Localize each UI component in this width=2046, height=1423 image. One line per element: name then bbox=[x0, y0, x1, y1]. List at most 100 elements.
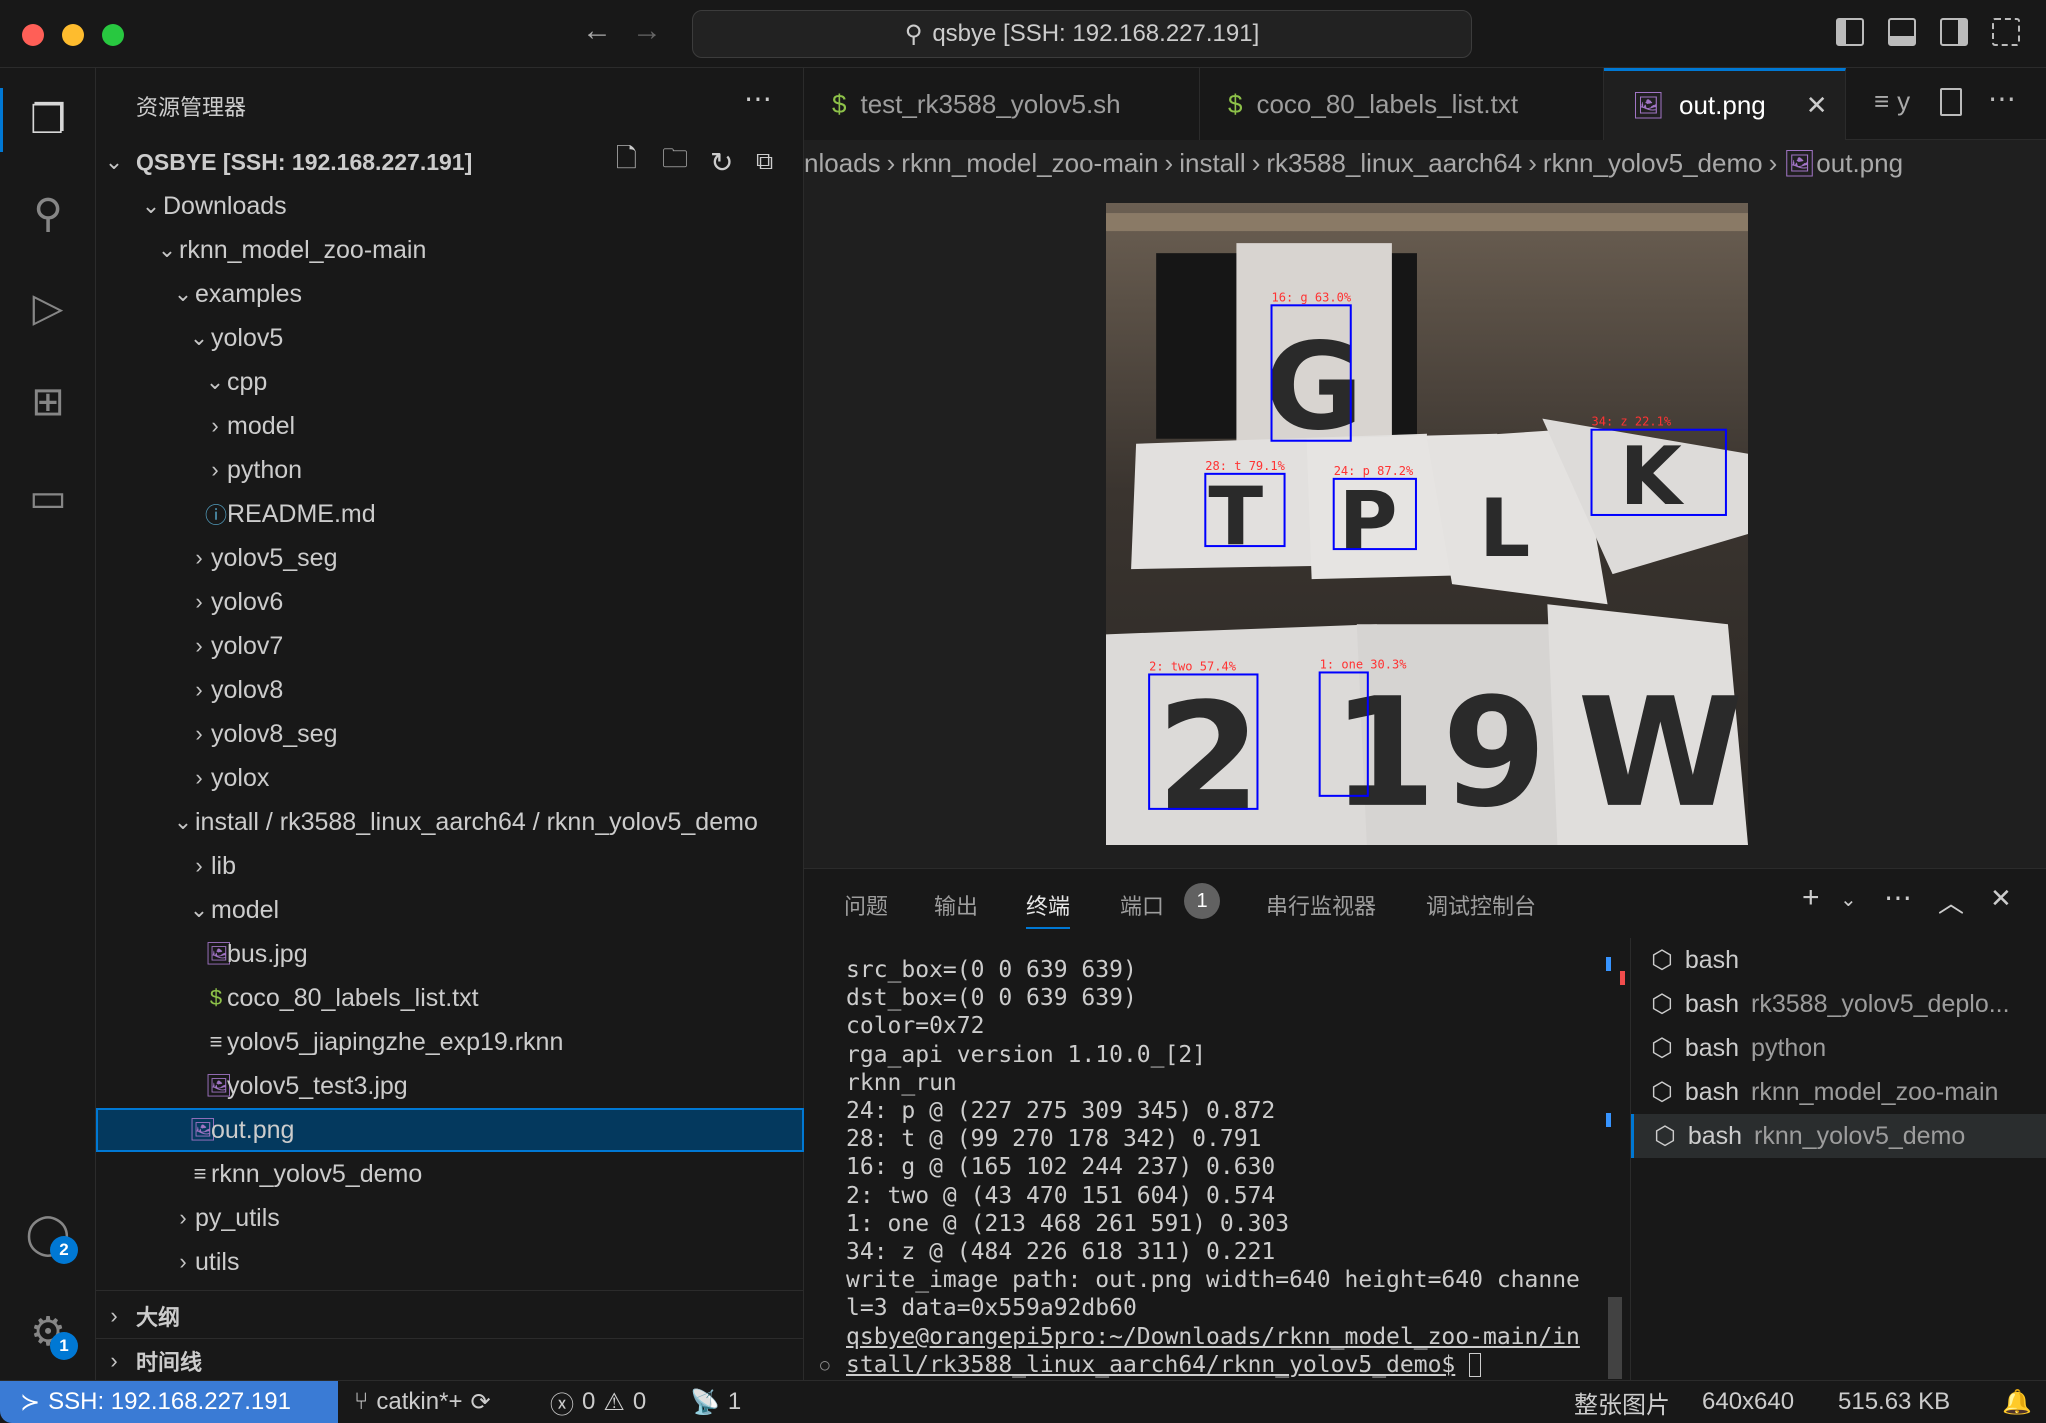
close-window-button[interactable] bbox=[22, 24, 44, 46]
info-icon: ⓘ bbox=[205, 503, 228, 528]
breadcrumb-item[interactable]: rk3588_linux_aarch64 bbox=[1266, 148, 1522, 179]
remote-indicator[interactable]: ≻ SSH: 192.168.227.191 bbox=[0, 1381, 338, 1423]
toggle-panel-icon[interactable] bbox=[1888, 18, 1916, 46]
tree-item[interactable]: ⌄ model bbox=[96, 888, 804, 932]
terminal-line: write_image path: out.png width=640 heig… bbox=[846, 1267, 1580, 1294]
timeline-section[interactable]: › 时间线 bbox=[96, 1338, 804, 1382]
toggle-secondary-sidebar-icon[interactable] bbox=[1940, 18, 1968, 46]
minimize-window-button[interactable] bbox=[62, 24, 84, 46]
more-actions-icon[interactable]: ⋯ bbox=[1988, 82, 2016, 115]
tree-item[interactable]: 🖼 bus.jpg bbox=[96, 932, 804, 976]
tree-item[interactable]: › yolov8_seg bbox=[96, 712, 804, 756]
tree-item[interactable]: ⌄ Downloads bbox=[96, 184, 804, 228]
new-file-icon[interactable]: 🗋 bbox=[616, 140, 637, 184]
notifications-bell-icon[interactable]: 🔔 bbox=[2002, 1381, 2032, 1423]
tree-item[interactable]: › python bbox=[96, 448, 804, 492]
tree-item[interactable]: $ coco_80_labels_list.txt bbox=[96, 976, 804, 1020]
tree-item-label: yolov8_seg bbox=[211, 719, 338, 748]
extensions-icon[interactable]: ⊞ bbox=[22, 376, 74, 428]
tree-item[interactable]: › utils bbox=[96, 1240, 804, 1284]
accounts-badge: 2 bbox=[50, 1236, 78, 1264]
customize-layout-icon[interactable] bbox=[1992, 18, 2020, 46]
image-file-icon: 🖼 bbox=[205, 941, 233, 966]
forward-arrow-icon[interactable]: → bbox=[632, 14, 662, 48]
tree-item[interactable]: ≡ yolov5_jiapingzhe_exp19.rknn bbox=[96, 1020, 804, 1064]
close-tab-icon[interactable]: ✕ bbox=[1806, 90, 1828, 121]
back-arrow-icon[interactable]: ← bbox=[582, 14, 612, 48]
terminal-output[interactable]: src_box=(0 0 639 639) dst_box=(0 0 639 63… bbox=[820, 956, 1591, 1379]
branch-indicator[interactable]: ⑂ catkin*+ ⟳ bbox=[354, 1381, 491, 1423]
tree-item[interactable]: ⌄ yolov5 bbox=[96, 316, 804, 360]
new-terminal-icon[interactable]: + bbox=[1802, 881, 1820, 915]
panel-tab[interactable]: 串行监视器 bbox=[1266, 889, 1376, 929]
panel-tab[interactable]: 调试控制台 bbox=[1426, 889, 1536, 929]
breadcrumb-item[interactable]: rknn_model_zoo-main bbox=[901, 148, 1158, 179]
terminal-list-item[interactable]: ⬡ bash rknn_model_zoo-main bbox=[1631, 1070, 2046, 1114]
panel-tab[interactable]: 问题 bbox=[844, 889, 888, 929]
maximize-window-button[interactable] bbox=[102, 24, 124, 46]
problems-indicator[interactable]: ⓧ 0 ⚠ 0 bbox=[550, 1381, 646, 1423]
terminal-list-item[interactable]: ⬡ bash rk3588_yolov5_deplo... bbox=[1631, 982, 2046, 1026]
chevron-down-icon[interactable]: ⌄ bbox=[1840, 887, 1857, 912]
tree-item[interactable]: › model bbox=[96, 404, 804, 448]
search-icon[interactable]: ⚲ bbox=[22, 188, 74, 240]
command-decoration-icon[interactable]: ○ bbox=[820, 1351, 830, 1379]
split-editor-icon[interactable] bbox=[1940, 88, 1962, 116]
tree-item[interactable]: › lib bbox=[96, 844, 804, 888]
tree-item[interactable]: ⌄ cpp bbox=[96, 360, 804, 404]
chevron-right-icon: › bbox=[110, 1347, 118, 1373]
remote-explorer-icon[interactable]: ▭ bbox=[22, 472, 74, 524]
ports-indicator[interactable]: 📡 1 bbox=[690, 1381, 741, 1423]
terminal-name: bash bbox=[1684, 945, 1740, 974]
terminal-line: l=3 data=0x559a92db60 bbox=[846, 1295, 1137, 1322]
new-folder-icon[interactable]: 🗀 bbox=[662, 140, 688, 184]
collapse-all-icon[interactable]: ⧉ bbox=[756, 148, 773, 176]
terminal-list-item[interactable]: ⬡ bash rknn_yolov5_demo bbox=[1631, 1114, 2046, 1158]
tree-item[interactable]: › yolov7 bbox=[96, 624, 804, 668]
tree-item-label: lib bbox=[211, 851, 237, 880]
breadcrumb-item[interactable]: install bbox=[1179, 148, 1245, 179]
tree-item[interactable]: › yolov5_seg bbox=[96, 536, 804, 580]
tab-test-rk3588-yolov5-sh[interactable]: $ test_rk3588_yolov5.sh bbox=[804, 68, 1200, 140]
tree-item[interactable]: 🖼 yolov5_test3.jpg bbox=[96, 1064, 804, 1108]
chevron-right-icon: › bbox=[110, 1303, 118, 1328]
tree-item[interactable]: ⌄ install / rk3588_linux_aarch64 / rknn_y… bbox=[96, 800, 804, 844]
terminal-list-item[interactable]: ⬡ bash python bbox=[1631, 1026, 2046, 1070]
command-center[interactable]: ⚲ qsbye [SSH: 192.168.227.191] bbox=[692, 10, 1472, 58]
panel-tab[interactable]: 输出 bbox=[934, 889, 978, 929]
tab-coco-labels[interactable]: $ coco_80_labels_list.txt bbox=[1200, 68, 1604, 140]
tree-item[interactable]: › yolox bbox=[96, 756, 804, 800]
tree-item[interactable]: › yolov6 bbox=[96, 580, 804, 624]
refresh-icon[interactable]: ↻ bbox=[710, 146, 733, 179]
terminal-scrollbar[interactable] bbox=[1608, 1297, 1622, 1379]
panel-tab[interactable]: 终端 bbox=[1026, 889, 1071, 929]
tree-item[interactable]: ≡ rknn_yolov5_demo bbox=[96, 1152, 804, 1196]
tree-item[interactable]: › yolov8 bbox=[96, 668, 804, 712]
more-actions-icon[interactable]: ⋯ bbox=[1884, 881, 1912, 914]
sync-icon: ⟳ bbox=[470, 1388, 491, 1416]
outline-section[interactable]: › 大纲 bbox=[96, 1294, 804, 1338]
breadcrumb-item[interactable]: out.png bbox=[1816, 148, 1903, 179]
breadcrumb-item[interactable]: nloads bbox=[804, 148, 881, 179]
panel-tab[interactable]: 端口 bbox=[1120, 889, 1164, 929]
sidebar-title: 资源管理器 bbox=[136, 95, 247, 120]
breadcrumb-item[interactable]: rknn_yolov5_demo bbox=[1543, 148, 1763, 179]
tree-item[interactable]: › py_utils bbox=[96, 1196, 804, 1240]
tree-item[interactable]: ⓘ README.md bbox=[96, 492, 804, 536]
tree-item[interactable]: 🖼 out.png bbox=[96, 1108, 804, 1152]
workspace-root[interactable]: ⌄ QSBYE [SSH: 192.168.227.191] 🗋 🗀 ↻ ⧉ bbox=[96, 140, 804, 184]
tree-item[interactable]: ⌄ rknn_model_zoo-main bbox=[96, 228, 804, 272]
breadcrumb: nloads › rknn_model_zoo-main › install ›… bbox=[804, 140, 2046, 186]
toggle-sidebar-icon[interactable] bbox=[1836, 18, 1864, 46]
open-editors-button[interactable]: ≡ y bbox=[1874, 86, 1910, 117]
more-actions-icon[interactable]: ⋯ bbox=[744, 82, 772, 115]
tab-out-png[interactable]: 🖼 out.png ✕ bbox=[1604, 68, 1846, 140]
terminal-list-item[interactable]: ⬡ bash bbox=[1631, 938, 2046, 982]
close-panel-icon[interactable]: ✕ bbox=[1990, 883, 2012, 914]
tree-item[interactable]: ⌄ examples bbox=[96, 272, 804, 316]
explorer-icon[interactable]: ❐ bbox=[22, 94, 74, 146]
zoom-mode[interactable]: 整张图片 bbox=[1574, 1381, 1670, 1423]
maximize-panel-icon[interactable]: ︿ bbox=[1938, 883, 1964, 920]
window-title: qsbye [SSH: 192.168.227.191] bbox=[932, 20, 1260, 47]
run-debug-icon[interactable]: ▷ bbox=[22, 282, 74, 334]
